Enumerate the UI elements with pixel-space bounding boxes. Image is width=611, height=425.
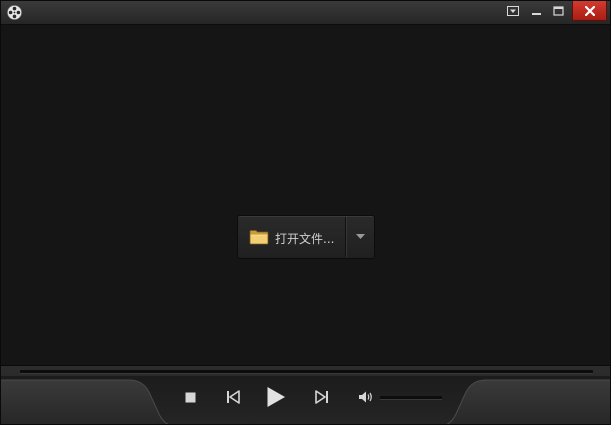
play-icon — [267, 387, 285, 407]
maximize-button[interactable] — [547, 1, 569, 21]
video-area[interactable] — [1, 25, 610, 365]
minimize-button[interactable] — [525, 1, 547, 21]
maximize-icon — [552, 6, 564, 16]
next-track-icon — [315, 390, 328, 404]
mute-button[interactable] — [356, 388, 376, 406]
chevron-down-icon — [356, 234, 365, 239]
previous-button[interactable] — [222, 386, 244, 408]
play-button[interactable] — [263, 383, 289, 411]
film-reel-icon[interactable] — [7, 5, 22, 20]
speaker-icon — [359, 391, 372, 403]
menu-button[interactable] — [502, 1, 524, 21]
dropdown-menu-icon — [507, 6, 519, 16]
previous-track-icon — [227, 390, 240, 404]
close-button[interactable] — [572, 1, 607, 21]
open-options-dropdown[interactable] — [347, 216, 374, 258]
seek-bar[interactable] — [20, 370, 593, 374]
volume-slider[interactable] — [380, 396, 442, 400]
stop-icon — [185, 392, 195, 402]
title-bar[interactable] — [1, 1, 610, 25]
folder-icon — [249, 230, 269, 245]
close-icon — [584, 5, 595, 16]
next-button[interactable] — [311, 386, 333, 408]
controls-panel-background — [1, 376, 610, 424]
open-file-split-button: 打开文件... — [237, 215, 375, 259]
stop-button[interactable] — [179, 387, 201, 407]
open-file-label: 打开文件... — [275, 232, 335, 246]
split-divider — [345, 217, 346, 257]
player-window: 打开文件... — [0, 0, 611, 425]
open-file-button[interactable]: 打开文件... — [238, 216, 345, 258]
minimize-icon — [531, 13, 541, 15]
control-bar — [1, 365, 610, 424]
